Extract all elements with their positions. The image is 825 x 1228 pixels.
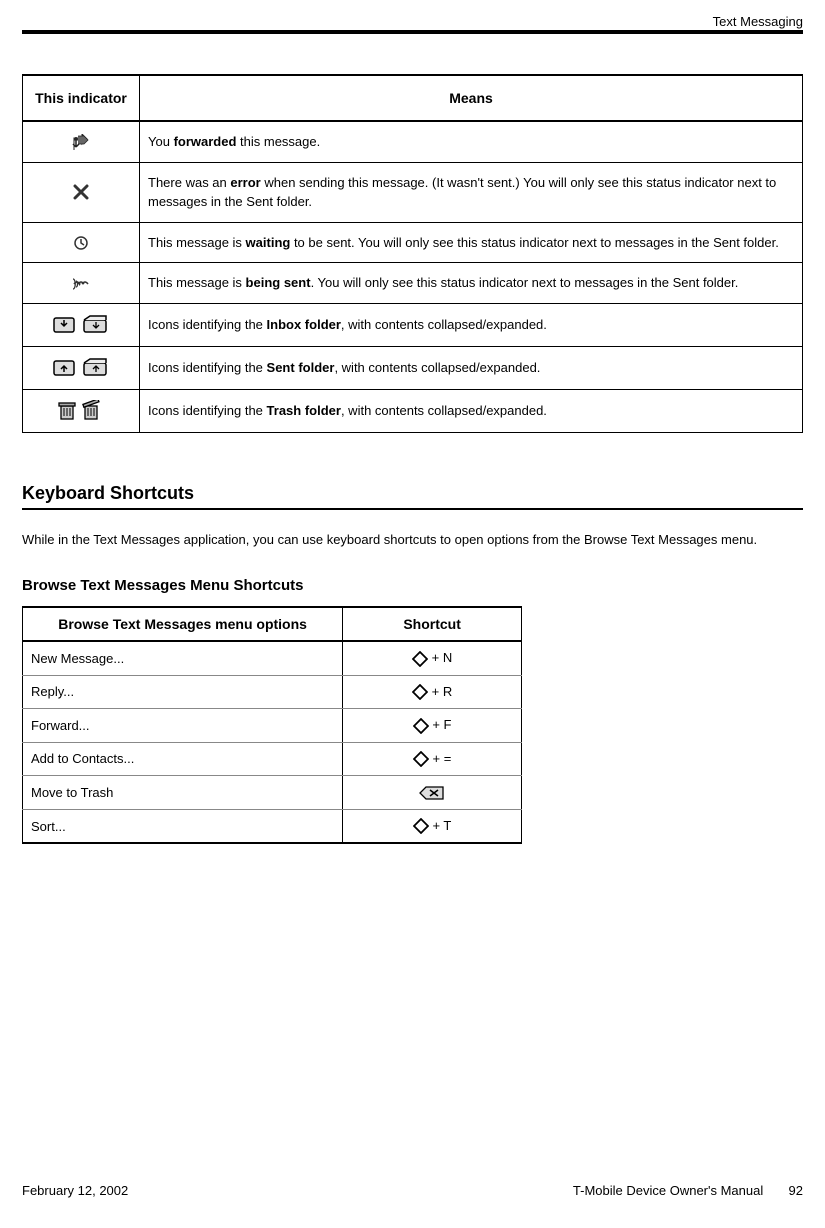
footer-page: 92 [789,1183,803,1198]
table-row: This message is being sent. You will onl… [23,263,803,304]
desc-text: Icons identifying the [148,317,267,332]
shortcuts-col1: Browse Text Messages menu options [23,607,343,641]
desc-text: Icons identifying the [148,403,267,418]
shortcut-option: Sort... [23,809,343,843]
desc-bold: error [230,175,260,190]
forwarded-icon [72,134,90,150]
error-icon [73,184,89,200]
desc-text: this message. [236,134,320,149]
diamond-icon [412,651,428,667]
sent-folder-icons [52,357,110,379]
footer: February 12, 2002 T-Mobile Device Owner'… [22,1183,803,1198]
table-row: Move to Trash [23,776,522,810]
footer-title: T-Mobile Device Owner's Manual [573,1183,763,1198]
desc-text: This message is [148,275,246,290]
table-row: Sort... + T [23,809,522,843]
inbox-folder-icons [52,314,110,336]
shortcut-option: Reply... [23,675,343,709]
table-row: Icons identifying the Trash folder, with… [23,389,803,432]
desc-text: , with contents collapsed/expanded. [341,317,547,332]
shortcuts-sub-heading: Browse Text Messages Menu Shortcuts [22,577,803,594]
table-row: Icons identifying the Sent folder, with … [23,346,803,389]
desc-bold: being sent [246,275,311,290]
desc-text: , with contents collapsed/expanded. [334,360,540,375]
table-row: There was an error when sending this mes… [23,162,803,222]
desc-bold: Inbox folder [267,317,341,332]
shortcut-key: + N [432,650,453,665]
shortcut-key: + T [432,818,451,833]
desc-text: to be sent. You will only see this statu… [290,235,779,250]
shortcut-key: + R [432,684,453,699]
shortcuts-table: Browse Text Messages menu options Shortc… [22,606,522,844]
shortcut-option: Move to Trash [23,776,343,810]
desc-text: Icons identifying the [148,360,267,375]
top-rule: Text Messaging [22,30,803,34]
indicator-table-col1: This indicator [23,75,140,121]
table-row: Add to Contacts... + = [23,742,522,776]
diamond-icon [413,751,429,767]
shortcut-option: New Message... [23,641,343,675]
desc-text: , with contents collapsed/expanded. [341,403,547,418]
delete-key-icon [419,785,445,801]
shortcuts-intro: While in the Text Messages application, … [22,530,803,550]
desc-text: You [148,134,174,149]
table-row: Reply... + R [23,675,522,709]
desc-text: . You will only see this status indicato… [311,275,739,290]
header-section-label: Text Messaging [713,14,803,29]
indicator-table-col2: Means [140,75,803,121]
shortcut-key: + = [433,751,452,766]
shortcut-option: Add to Contacts... [23,742,343,776]
table-row: You forwarded this message. [23,121,803,162]
table-row: New Message... + N [23,641,522,675]
trash-folder-icons [57,400,105,422]
desc-bold: Trash folder [267,403,341,418]
page: Text Messaging This indicator Means You [0,30,825,1228]
desc-bold: Sent folder [267,360,335,375]
diamond-icon [413,718,429,734]
indicator-table: This indicator Means You forwarded this … [22,74,803,433]
table-row: This message is waiting to be sent. You … [23,222,803,263]
desc-text: This message is [148,235,246,250]
diamond-icon [413,818,429,834]
sending-icon [72,277,90,291]
table-row: Forward... + F [23,709,522,743]
shortcut-key: + F [432,717,451,732]
shortcuts-col2: Shortcut [343,607,522,641]
desc-bold: forwarded [174,134,237,149]
shortcut-option: Forward... [23,709,343,743]
table-row: Icons identifying the Inbox folder, with… [23,303,803,346]
diamond-icon [412,684,428,700]
desc-bold: waiting [246,235,291,250]
desc-text: There was an [148,175,230,190]
waiting-icon [73,235,89,251]
shortcuts-heading: Keyboard Shortcuts [22,483,803,510]
footer-date: February 12, 2002 [22,1183,128,1198]
